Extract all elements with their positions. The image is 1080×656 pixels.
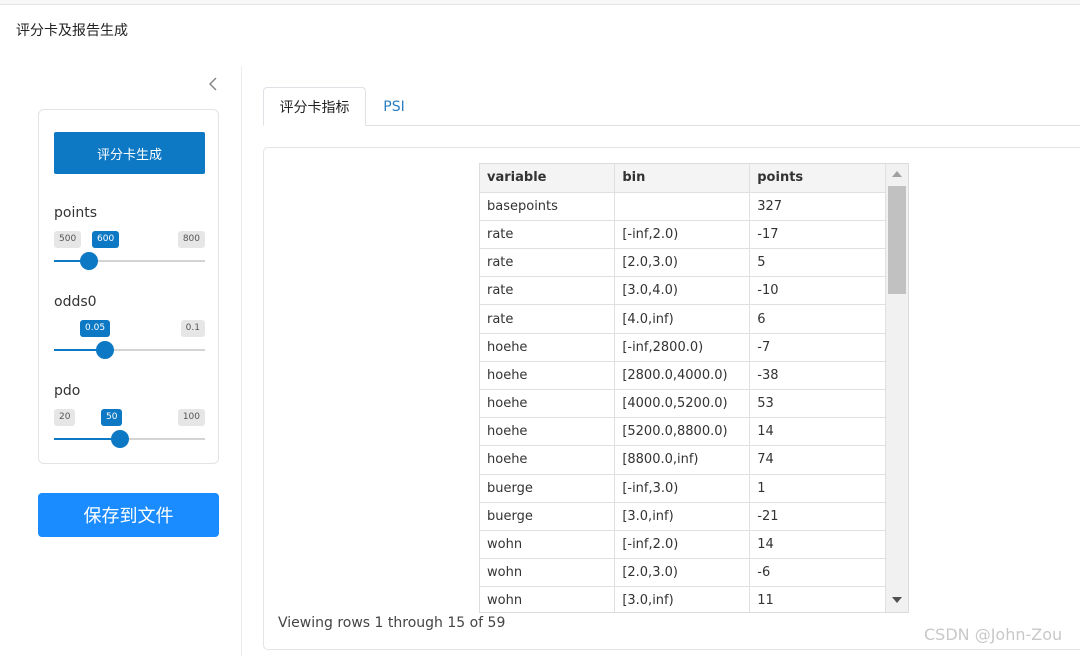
table-cell-points: 6	[749, 304, 886, 334]
column-header-points[interactable]: points	[749, 164, 886, 193]
table-cell-points: -17	[749, 220, 886, 250]
table-row[interactable]: wohn [3.0,inf) 11	[480, 586, 886, 612]
slider-value-badge: 600	[92, 231, 120, 248]
table-cell-variable: buerge	[480, 474, 616, 503]
table-cell-variable: hoehe	[480, 417, 616, 447]
table-header-row: variable bin points	[480, 164, 886, 193]
table-cell-points: 14	[749, 530, 886, 560]
table-cell-bin: [5200.0,8800.0)	[614, 417, 751, 447]
table-row[interactable]: rate [-inf,2.0) -17	[480, 220, 886, 250]
table-row[interactable]: hoehe [-inf,2800.0) -7	[480, 333, 886, 362]
slider-value-badge: 50	[101, 409, 123, 426]
slider-handle[interactable]	[111, 430, 129, 448]
table-cell-points: 5	[749, 248, 886, 278]
table-cell-bin	[614, 192, 751, 221]
table-row[interactable]: hoehe [5200.0,8800.0) 14	[480, 417, 886, 447]
table-cell-bin: [3.0,4.0)	[614, 276, 751, 306]
chevron-left-icon[interactable]	[204, 76, 222, 98]
slider-max-badge: 100	[177, 409, 205, 426]
table-cell-variable: wohn	[480, 586, 616, 612]
table-cell-variable: wohn	[480, 530, 616, 560]
table-cell-bin: [2800.0,4000.0)	[614, 361, 751, 391]
slider-min-badge: 20	[54, 409, 76, 426]
table-cell-variable: basepoints	[480, 192, 616, 221]
slider-value-badge: 0.05	[80, 320, 111, 337]
scorecard-table: variable bin points basepoints 327 rate [-i…	[479, 163, 909, 613]
table-row[interactable]: hoehe [8800.0,inf) 74	[480, 445, 886, 475]
table-cell-bin: [8800.0,inf)	[614, 445, 751, 475]
table-row[interactable]: hoehe [4000.0,5200.0) 53	[480, 389, 886, 419]
table-cell-bin: [4.0,inf)	[614, 304, 751, 334]
scrollbar-thumb[interactable]	[888, 186, 906, 294]
table-cell-points: -10	[749, 276, 886, 306]
top-border	[0, 0, 1080, 5]
table-cell-bin: [3.0,inf)	[614, 586, 751, 612]
table-cell-variable: hoehe	[480, 445, 616, 475]
table-row-count: Viewing rows 1 through 15 of 59	[278, 615, 506, 631]
tab-scorecard-metrics[interactable]: 评分卡指标	[263, 87, 366, 126]
table-cell-points: 53	[749, 389, 886, 419]
table-row[interactable]: wohn [2.0,3.0) -6	[480, 558, 886, 588]
scroll-down-arrow-icon[interactable]	[892, 597, 902, 603]
table-cell-variable: rate	[480, 304, 616, 334]
table-cell-points: 74	[749, 445, 886, 475]
sidebar-divider	[241, 66, 242, 656]
table-cell-variable: hoehe	[480, 389, 616, 419]
table-cell-variable: wohn	[480, 558, 616, 588]
slider-label-odds0: odds0	[54, 294, 97, 310]
table-cell-points: -6	[749, 558, 886, 588]
table-cell-points: 327	[749, 192, 886, 221]
slider-min-badge: 500	[54, 231, 82, 248]
table-cell-points: 1	[749, 474, 886, 503]
table-row[interactable]: buerge [-inf,3.0) 1	[480, 474, 886, 503]
table-cell-variable: hoehe	[480, 333, 616, 362]
scroll-up-arrow-icon[interactable]	[892, 171, 902, 177]
tab-psi[interactable]: PSI	[366, 87, 422, 126]
table-cell-bin: [2.0,3.0)	[614, 558, 751, 588]
table-cell-points: -38	[749, 361, 886, 391]
watermark: CSDN @John-Zou	[924, 625, 1063, 644]
generate-scorecard-button[interactable]: 评分卡生成	[54, 132, 205, 174]
pdo-slider-group: pdo 20 50 100	[54, 383, 205, 463]
table-row[interactable]: wohn [-inf,2.0) 14	[480, 530, 886, 560]
odds0-slider-group: odds0 0.05 0.1	[54, 294, 205, 374]
table-cell-points: -21	[749, 502, 886, 531]
table-cell-bin: [2.0,3.0)	[614, 248, 751, 278]
table-cell-bin: [-inf,3.0)	[614, 474, 751, 503]
table-cell-bin: [-inf,2800.0)	[614, 333, 751, 362]
table-cell-points: -7	[749, 333, 886, 362]
table-cell-bin: [-inf,2.0)	[614, 220, 751, 250]
table-cell-bin: [4000.0,5200.0)	[614, 389, 751, 419]
table-row[interactable]: basepoints 327	[480, 192, 886, 221]
slider-max-badge: 800	[177, 231, 205, 248]
table-scrollbar[interactable]	[886, 164, 908, 612]
app-title: 评分卡及报告生成	[16, 23, 128, 39]
table-cell-bin: [-inf,2.0)	[614, 530, 751, 560]
slider-handle[interactable]	[96, 341, 114, 359]
points-slider-group: points 500 600 800	[54, 205, 205, 285]
table-cell-points: 11	[749, 586, 886, 612]
slider-label-pdo: pdo	[54, 383, 81, 399]
column-header-bin[interactable]: bin	[614, 164, 751, 193]
table-row[interactable]: hoehe [2800.0,4000.0) -38	[480, 361, 886, 391]
slider-handle[interactable]	[80, 252, 98, 270]
table-cell-variable: rate	[480, 276, 616, 306]
tab-bar: 评分卡指标 PSI	[263, 87, 1080, 126]
table-row[interactable]: rate [2.0,3.0) 5	[480, 248, 886, 278]
table-row[interactable]: buerge [3.0,inf) -21	[480, 502, 886, 531]
slider-label-points: points	[54, 205, 97, 221]
table-cell-variable: rate	[480, 220, 616, 250]
slider-max-badge: 0.1	[180, 320, 205, 337]
table-cell-variable: buerge	[480, 502, 616, 531]
table-cell-points: 14	[749, 417, 886, 447]
table-cell-variable: rate	[480, 248, 616, 278]
column-header-variable[interactable]: variable	[480, 164, 616, 193]
table-row[interactable]: rate [4.0,inf) 6	[480, 304, 886, 334]
table-row[interactable]: rate [3.0,4.0) -10	[480, 276, 886, 306]
table-cell-bin: [3.0,inf)	[614, 502, 751, 531]
save-to-file-button[interactable]: 保存到文件	[38, 493, 219, 537]
sidebar-panel: 评分卡生成 points 500 600 800 odds0 0.05 0.1 …	[38, 109, 219, 464]
table-cell-variable: hoehe	[480, 361, 616, 391]
